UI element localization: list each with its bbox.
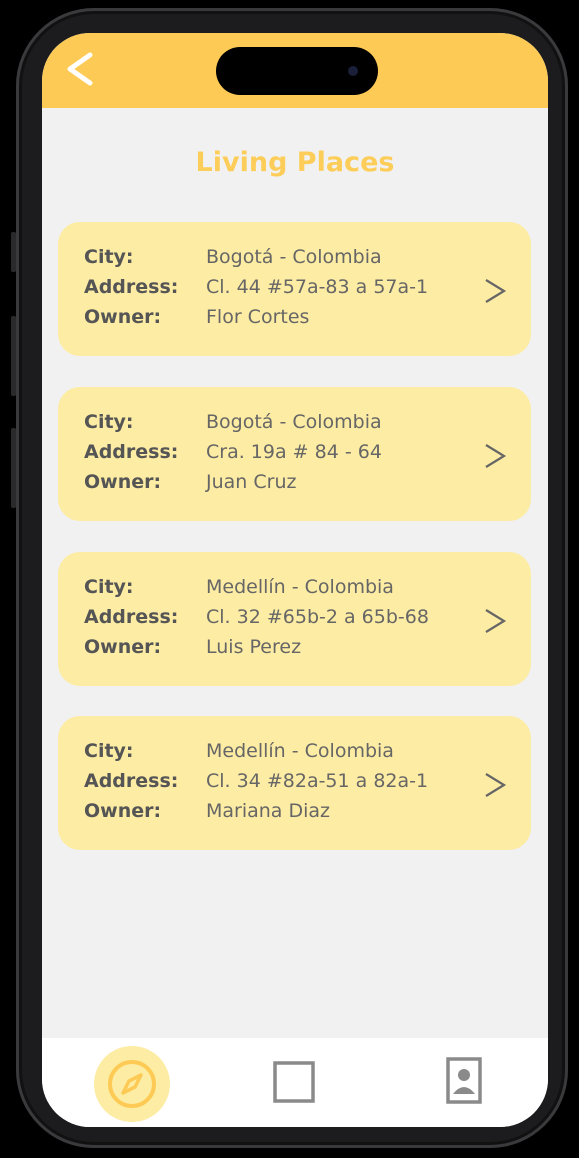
nav-item-explore[interactable]: [106, 1058, 158, 1110]
city-value: Medellín - Colombia: [206, 740, 394, 762]
side-button: [11, 316, 16, 396]
app-screen: Living Places City: Bogotá - Colombia Ad…: [42, 33, 548, 1127]
city-label: City:: [84, 740, 134, 762]
owner-value: Luis Perez: [206, 636, 302, 658]
back-button[interactable]: [58, 47, 102, 91]
owner-value: Mariana Diaz: [206, 800, 331, 822]
city-row: City: Medellín - Colombia: [84, 573, 394, 601]
header-bar: [42, 33, 548, 108]
page-title: Living Places: [195, 147, 395, 178]
chevron-right-icon[interactable]: [483, 442, 507, 470]
city-value: Bogotá - Colombia: [206, 246, 382, 268]
place-card[interactable]: City: Bogotá - Colombia Address: Cl. 44 …: [58, 222, 531, 356]
owner-value: Juan Cruz: [206, 471, 297, 493]
owner-label: Owner:: [84, 471, 162, 493]
city-label: City:: [84, 246, 134, 268]
city-row: City: Bogotá - Colombia: [84, 408, 382, 436]
dynamic-island: [216, 47, 378, 95]
address-label: Address:: [84, 441, 179, 463]
address-value: Cl. 32 #65b-2 a 65b-68: [206, 606, 429, 628]
nav-item-square[interactable]: [272, 1060, 316, 1104]
address-label: Address:: [84, 606, 179, 628]
address-label: Address:: [84, 770, 179, 792]
place-card[interactable]: City: Medellín - Colombia Address: Cl. 3…: [58, 716, 531, 850]
nav-item-profile[interactable]: [445, 1056, 485, 1106]
address-row: Address: Cra. 19a # 84 - 64: [84, 438, 382, 466]
address-row: Address: Cl. 44 #57a-83 a 57a-1: [84, 273, 428, 301]
city-row: City: Medellín - Colombia: [84, 737, 394, 765]
chevron-right-icon[interactable]: [483, 277, 507, 305]
owner-value: Flor Cortes: [206, 306, 310, 328]
city-label: City:: [84, 411, 134, 433]
compass-icon: [108, 1060, 156, 1108]
address-value: Cra. 19a # 84 - 64: [206, 441, 382, 463]
owner-row: Owner: Flor Cortes: [84, 303, 309, 331]
owner-row: Owner: Juan Cruz: [84, 468, 296, 496]
owner-label: Owner:: [84, 800, 162, 822]
owner-label: Owner:: [84, 306, 162, 328]
owner-row: Owner: Mariana Diaz: [84, 797, 330, 825]
address-value: Cl. 44 #57a-83 a 57a-1: [206, 276, 429, 298]
owner-label: Owner:: [84, 636, 162, 658]
camera-icon: [348, 66, 358, 76]
address-label: Address:: [84, 276, 179, 298]
place-card[interactable]: City: Medellín - Colombia Address: Cl. 3…: [58, 552, 531, 686]
square-icon: [273, 1061, 315, 1103]
city-value: Medellín - Colombia: [206, 576, 394, 598]
address-value: Cl. 34 #82a-51 a 82a-1: [206, 770, 429, 792]
address-row: Address: Cl. 32 #65b-2 a 65b-68: [84, 603, 429, 631]
bottom-nav: [42, 1038, 548, 1127]
city-value: Bogotá - Colombia: [206, 411, 382, 433]
chevron-right-icon[interactable]: [483, 607, 507, 635]
contact-card-icon: [446, 1057, 482, 1104]
chevron-right-icon[interactable]: [483, 771, 507, 799]
chevron-left-icon: [67, 52, 93, 86]
place-card[interactable]: City: Bogotá - Colombia Address: Cra. 19…: [58, 387, 531, 521]
city-label: City:: [84, 576, 134, 598]
city-row: City: Bogotá - Colombia: [84, 243, 382, 271]
side-button: [11, 232, 16, 272]
side-button: [11, 428, 16, 508]
address-row: Address: Cl. 34 #82a-51 a 82a-1: [84, 767, 428, 795]
owner-row: Owner: Luis Perez: [84, 633, 301, 661]
